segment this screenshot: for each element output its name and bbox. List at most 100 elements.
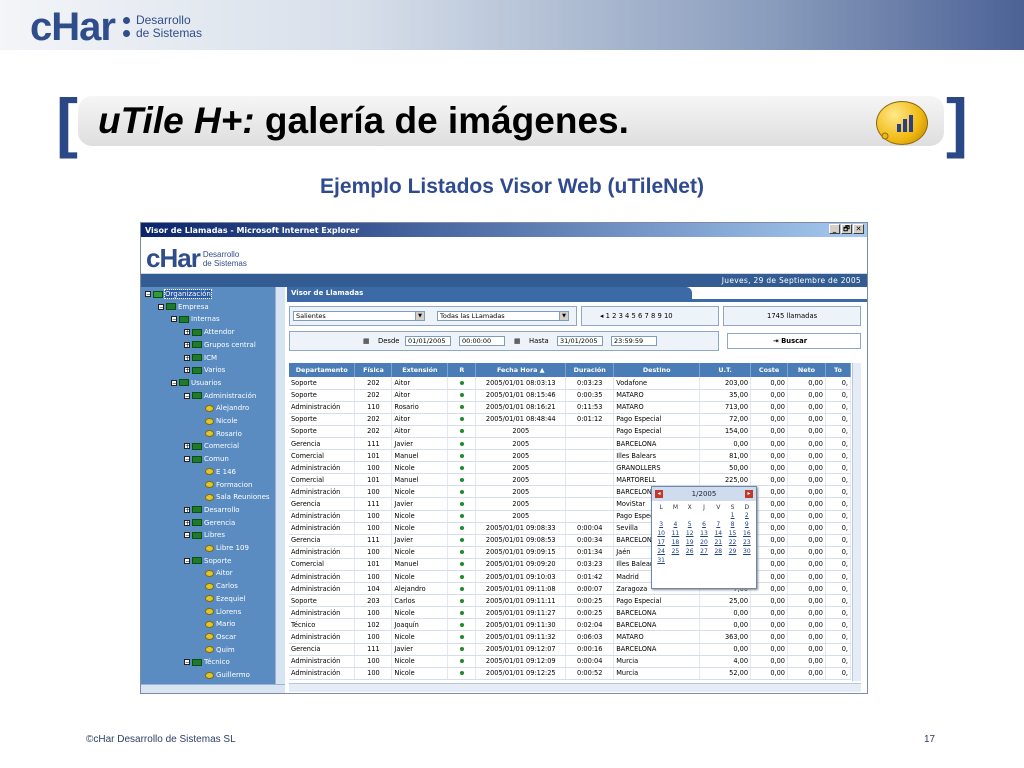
column-header[interactable]: To	[825, 363, 851, 377]
collapse-icon[interactable]: −	[171, 316, 177, 323]
calendar-day[interactable]: 7	[711, 521, 725, 528]
table-row[interactable]: Administración 100 Nicole 2005/01/01 09:09:…	[289, 546, 851, 559]
tree-item[interactable]: − Empresa	[158, 301, 209, 313]
table-row[interactable]: Soporte 202 Aitor 2005 Pago Especial 154,00 0,…	[289, 425, 851, 438]
tree-item[interactable]: − Libres	[184, 529, 225, 541]
calendar-icon[interactable]: ▦	[363, 337, 369, 345]
calendar-day[interactable]: 4	[668, 521, 682, 528]
calendar-day[interactable]: 2	[740, 512, 754, 519]
tree-item[interactable]: − Técnico	[184, 656, 230, 668]
calendar-day[interactable]: 25	[668, 548, 682, 555]
calendar-day[interactable]: 13	[697, 530, 711, 537]
calendar-day[interactable]: 16	[740, 530, 754, 537]
table-row[interactable]: Administración 100 Nicole 2005/01/01 09:10:…	[289, 570, 851, 584]
calendar-day[interactable]: 21	[711, 539, 725, 546]
calendar-day[interactable]: 31	[654, 557, 668, 564]
column-header[interactable]: Duración	[565, 363, 615, 377]
table-row[interactable]: Administración 100 Nicole 2005/01/01 09:11:…	[289, 606, 851, 620]
calendar-day[interactable]: 10	[654, 530, 668, 537]
tree-item[interactable]: Carlos	[197, 580, 238, 592]
from-date-input[interactable]: 01/01/2005	[405, 336, 451, 346]
collapse-icon[interactable]: −	[184, 392, 190, 399]
expand-icon[interactable]: +	[184, 506, 190, 513]
column-header[interactable]: Coste	[750, 363, 788, 377]
tree-item[interactable]: Llorens	[197, 606, 241, 618]
tree-item[interactable]: Guillermo	[197, 669, 250, 681]
direction-select[interactable]: Salientes ▼	[293, 311, 425, 321]
tree-item[interactable]: Aitor	[197, 567, 233, 579]
table-row[interactable]: Gerencia 111 Javier 2005 BARCELONA 0,00 0,00 0,…	[289, 437, 851, 451]
collapse-icon[interactable]: −	[184, 557, 190, 564]
from-time-input[interactable]: 00:00:00	[459, 336, 505, 346]
calendar-day[interactable]: 5	[683, 521, 697, 528]
calendar-day[interactable]: 1	[725, 512, 739, 519]
tree-item[interactable]: Nicole	[197, 415, 238, 427]
column-header[interactable]: U.T.	[699, 363, 752, 377]
to-date-input[interactable]: 31/01/2005	[557, 336, 603, 346]
table-row[interactable]: Soporte 202 Aitor 2005/01/01 08:48:44 0:01:1…	[289, 413, 851, 426]
table-row[interactable]: Soporte 203 Carlos 2005/01/01 09:11:11 0:00:…	[289, 594, 851, 608]
calendar-day[interactable]: 30	[740, 548, 754, 555]
tree-item[interactable]: + Varios	[184, 364, 225, 376]
tree-item[interactable]: Libre 109	[197, 542, 249, 554]
column-header[interactable]: Física	[354, 363, 393, 377]
column-header[interactable]: Neto	[787, 363, 826, 377]
column-header[interactable]: Extensión	[391, 363, 449, 377]
calendar-day[interactable]: 15	[725, 530, 739, 537]
column-header[interactable]: Destino	[613, 363, 701, 377]
table-row[interactable]: Administración 100 Nicole 2005/01/01 09:12:…	[289, 655, 851, 668]
next-month-icon[interactable]: ▸	[745, 490, 753, 498]
prev-month-icon[interactable]: ◂	[655, 490, 663, 498]
calendar-day[interactable]: 26	[683, 548, 697, 555]
tree-item[interactable]: + Grupos central	[184, 339, 256, 351]
tree-item[interactable]: Oscar	[197, 631, 236, 643]
call-type-select[interactable]: Todas las LLamadas ▼	[437, 311, 569, 321]
tree-item[interactable]: − Comun	[184, 453, 229, 465]
column-header[interactable]: Fecha Hora ▲	[475, 363, 567, 377]
column-header[interactable]: Departamento	[289, 363, 356, 377]
collapse-icon[interactable]: −	[171, 379, 177, 386]
to-time-input[interactable]: 23:59:59	[611, 336, 657, 346]
table-row[interactable]: Administración 100 Nicole 2005 Pago Especial…	[289, 510, 851, 523]
expand-icon[interactable]: +	[184, 519, 190, 526]
minimize-button[interactable]: _	[829, 224, 840, 234]
table-row[interactable]: Administración 100 Nicole 2005/01/01 09:08:…	[289, 522, 851, 535]
table-row[interactable]: Gerencia 111 Javier 2005/01/01 09:08:53 0:00…	[289, 534, 851, 547]
tree-item[interactable]: − Usuarios	[171, 377, 221, 389]
tree-item[interactable]: Quim	[197, 644, 235, 656]
calendar-day[interactable]: 17	[654, 539, 668, 546]
calendar-day[interactable]: 27	[697, 548, 711, 555]
collapse-icon[interactable]: −	[184, 532, 190, 539]
pagination[interactable]: ◂ 1 2 3 4 5 6 7 8 9 10	[600, 312, 673, 320]
table-row[interactable]: Administración 100 Nicole 2005 GRANOLLERS 50,…	[289, 461, 851, 475]
tree-item[interactable]: − Internas	[171, 313, 220, 325]
calendar-day[interactable]: 20	[697, 539, 711, 546]
table-row[interactable]: Comercial 101 Manuel 2005 Illes Balears 81,00…	[289, 449, 851, 463]
collapse-icon[interactable]: −	[158, 303, 164, 310]
tree-item[interactable]: + Desarrollo	[184, 504, 240, 516]
table-row[interactable]: Soporte 202 Aitor 2005/01/01 08:03:13 0:03:2…	[289, 377, 851, 390]
expand-icon[interactable]: +	[184, 367, 190, 374]
calendar-day[interactable]: 12	[683, 530, 697, 537]
table-vertical-scrollbar[interactable]	[852, 363, 861, 681]
collapse-icon[interactable]: −	[184, 456, 190, 463]
table-row[interactable]: Administración 104 Alejandro 2005/01/01 09:…	[289, 582, 851, 596]
tree-item[interactable]: − Organización	[145, 288, 212, 300]
tree-item[interactable]: Mario	[197, 618, 235, 630]
calendar-day[interactable]: 28	[711, 548, 725, 555]
calendar-day[interactable]: 8	[725, 521, 739, 528]
column-header[interactable]: R	[447, 363, 477, 377]
tree-item[interactable]: + Comercial	[184, 440, 239, 452]
tab-visor-de-llamadas[interactable]: Visor de Llamadas	[287, 287, 692, 299]
collapse-icon[interactable]: −	[184, 659, 190, 666]
tree-item[interactable]: + ICM	[184, 352, 217, 364]
table-row[interactable]: Administración 100 Nicole 2005 BARCELONA 0,00…	[289, 485, 851, 499]
table-row[interactable]: Administración 100 Nicole 2005/01/01 09:12:…	[289, 667, 851, 680]
expand-icon[interactable]: +	[184, 341, 190, 348]
calendar-day[interactable]: 24	[654, 548, 668, 555]
table-row[interactable]: Soporte 202 Aitor 2005/01/01 08:15:46 0:00:3…	[289, 389, 851, 402]
table-row[interactable]: Gerencia 111 Javier 2005/01/01 09:12:07 0:00…	[289, 643, 851, 656]
tree-item[interactable]: − Soporte	[184, 555, 231, 567]
calendar-day[interactable]: 19	[683, 539, 697, 546]
calendar-day[interactable]: 23	[740, 539, 754, 546]
